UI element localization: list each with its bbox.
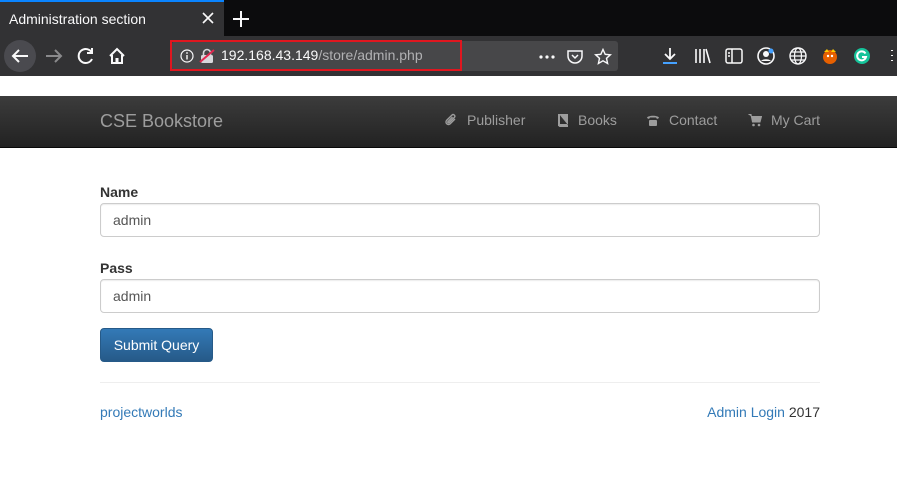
reload-button[interactable] (70, 40, 102, 72)
site-brand[interactable]: CSE Bookstore (100, 111, 223, 132)
close-icon[interactable] (200, 10, 216, 26)
star-icon[interactable] (594, 48, 612, 66)
account-icon[interactable] (756, 46, 776, 66)
url-host: 192.168.43.149 (221, 47, 319, 63)
pocket-icon[interactable] (566, 48, 584, 66)
footer-divider (100, 382, 820, 383)
nav-publisher[interactable]: Publisher (444, 112, 525, 128)
book-icon (558, 114, 568, 127)
paperclip-icon (445, 113, 456, 126)
browser-navbar: 192.168.43.149/store/admin.php (0, 36, 897, 76)
extension-icon[interactable] (820, 46, 840, 66)
name-label: Name (100, 184, 139, 200)
projectworlds-link[interactable]: projectworlds (100, 404, 182, 420)
nav-books[interactable]: Books (557, 112, 617, 128)
url-bar[interactable]: 192.168.43.149/store/admin.php (172, 41, 618, 71)
arrow-right-icon (46, 49, 63, 63)
nav-publisher-label: Publisher (467, 112, 526, 128)
footer-year: 2017 (788, 404, 820, 420)
nav-contact[interactable]: Contact (646, 112, 717, 128)
url-text[interactable]: 192.168.43.149/store/admin.php (221, 47, 423, 63)
tab-title: Administration section (9, 11, 146, 27)
admin-login-link[interactable]: Admin Login (707, 404, 785, 420)
menu-icon[interactable] (884, 46, 897, 66)
library-icon[interactable] (693, 46, 713, 66)
download-icon[interactable] (660, 46, 680, 66)
reload-icon (77, 48, 93, 64)
nav-books-label: Books (578, 112, 617, 128)
site-navbar: CSE Bookstore Publisher Books Contact My… (0, 96, 897, 148)
name-input[interactable] (100, 203, 820, 237)
pass-label: Pass (100, 260, 133, 276)
cart-icon (748, 114, 762, 127)
grammarly-icon[interactable] (852, 46, 872, 66)
nav-cart[interactable]: My Cart (748, 112, 820, 128)
insecure-lock-icon[interactable] (199, 48, 215, 64)
sidebar-icon[interactable] (724, 46, 744, 66)
home-button[interactable] (101, 40, 133, 72)
back-button[interactable] (4, 40, 36, 72)
more-actions-icon[interactable] (538, 48, 556, 66)
browser-tab[interactable]: Administration section (0, 0, 224, 36)
browser-tabbar: Administration section (0, 0, 897, 36)
arrow-left-icon (11, 49, 28, 63)
footer-right: Admin Login 2017 (707, 404, 820, 420)
home-icon (109, 47, 125, 64)
globe-icon[interactable] (788, 46, 808, 66)
url-path: /store/admin.php (318, 47, 423, 63)
nav-contact-label: Contact (669, 112, 718, 128)
forward-button[interactable] (38, 40, 70, 72)
info-icon[interactable] (180, 49, 194, 63)
pass-input[interactable] (100, 279, 820, 313)
submit-button[interactable]: Submit Query (100, 328, 213, 362)
new-tab-icon[interactable] (230, 8, 252, 30)
nav-cart-label: My Cart (771, 112, 820, 128)
phone-icon (647, 115, 659, 126)
